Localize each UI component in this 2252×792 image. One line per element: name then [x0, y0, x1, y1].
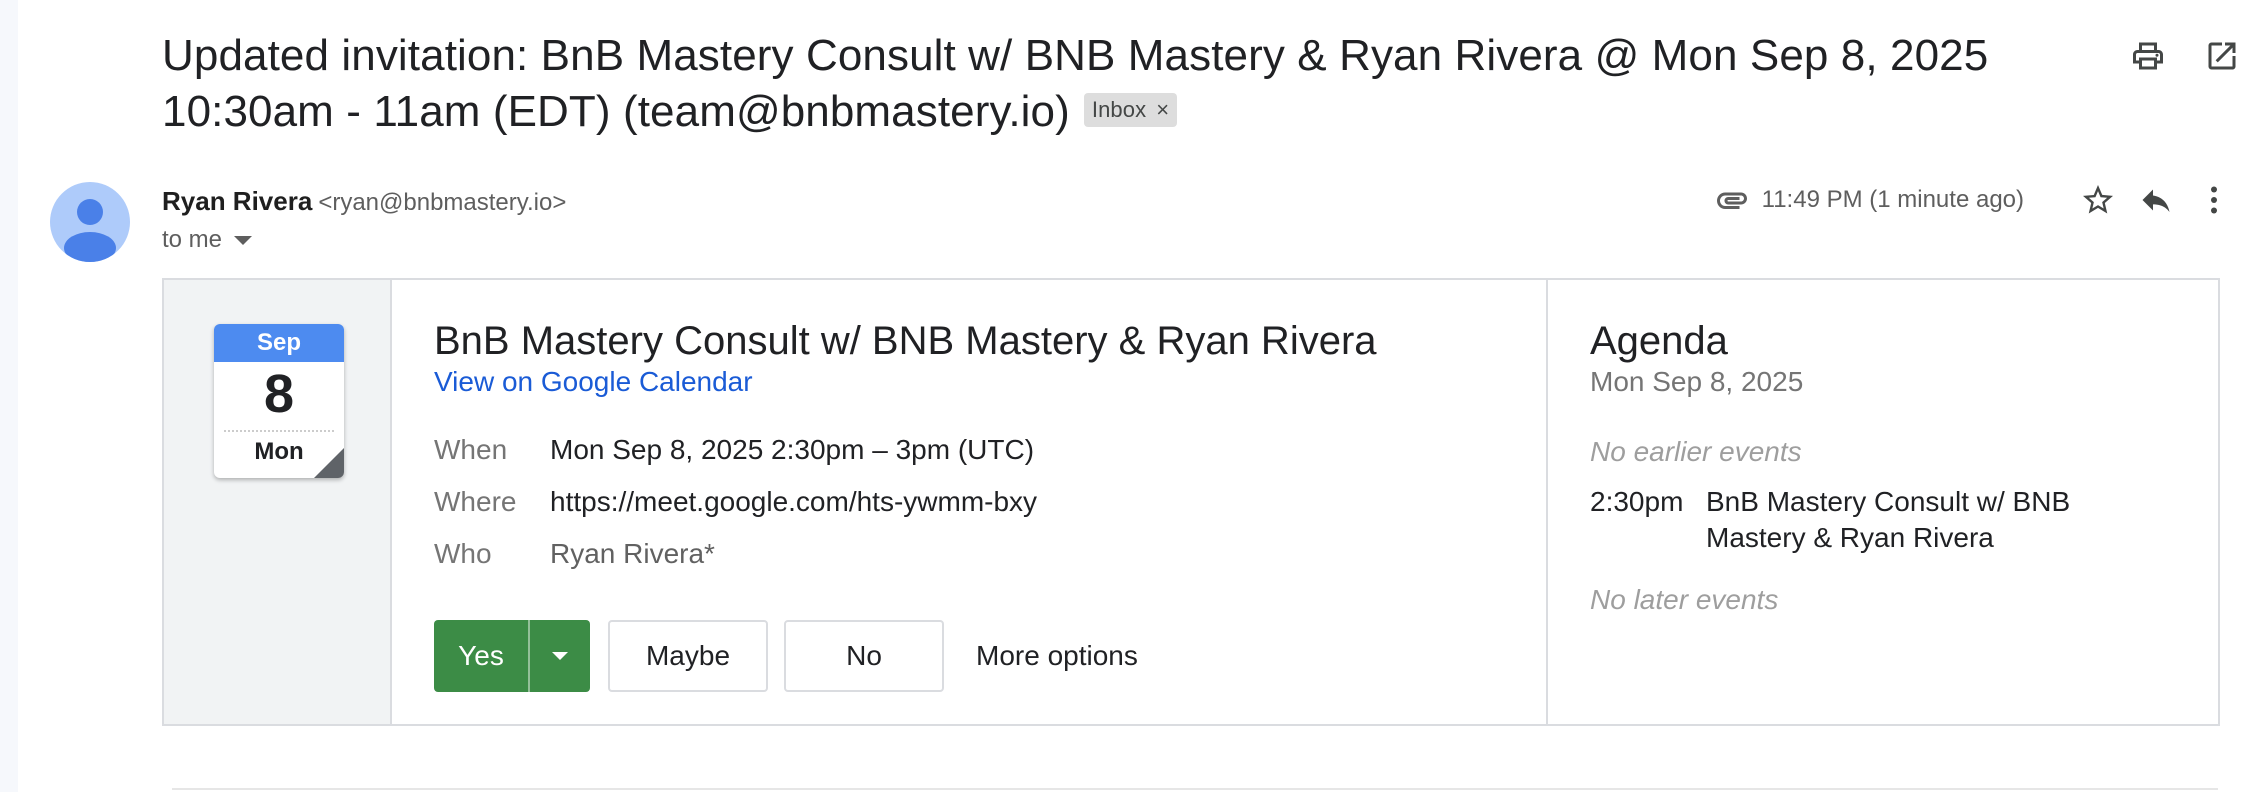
message-time: 11:49 PM (1 minute ago) [1761, 186, 2024, 213]
where-label: Where [434, 486, 517, 517]
sender-email: <ryan@bnbmastery.io> [318, 189, 567, 216]
when-value: Mon Sep 8, 2025 2:30pm – 3pm (UTC) [550, 434, 1035, 465]
rsvp-maybe-button[interactable]: Maybe [608, 620, 768, 692]
calendar-invite-card: Sep 8 Mon BnB Mastery Consult w/ BNB Mas… [162, 278, 2220, 726]
invite-date-column: Sep 8 Mon [164, 280, 392, 724]
person-icon [64, 199, 116, 262]
yes-button-group: Yes [434, 620, 590, 692]
when-label: When [434, 434, 508, 465]
agenda-panel: Agenda Mon Sep 8, 2025 No earlier events… [1548, 280, 2218, 724]
attachment-icon [1716, 192, 1747, 209]
subject-text: Updated invitation: BnB Mastery Consult … [162, 31, 1989, 136]
rsvp-no-button[interactable]: No [784, 620, 944, 692]
message-meta: 11:49 PM (1 minute ago) [1714, 180, 2234, 220]
where-value[interactable]: https://meet.google.com/hts-ywmm-bxy [550, 476, 1037, 528]
agenda-item-time: 2:30pm [1590, 486, 1684, 517]
recipient-text: to me [162, 226, 223, 253]
recipient-toggle[interactable]: to me [162, 226, 253, 254]
view-on-google-calendar-link[interactable]: View on Google Calendar [434, 364, 1546, 400]
inbox-label-text: Inbox [1091, 97, 1147, 123]
agenda-title: Agenda [1590, 319, 1728, 363]
more-options-button[interactable]: More options [976, 640, 1138, 672]
remove-label-icon[interactable]: × [1156, 94, 1169, 126]
reply-icon[interactable] [2136, 180, 2176, 220]
invite-details: BnB Mastery Consult w/ BNB Mastery & Rya… [392, 280, 1548, 724]
detail-row-when: When Mon Sep 8, 2025 2:30pm – 3pm (UTC) [434, 424, 1546, 476]
sender-avatar[interactable] [50, 182, 130, 262]
detail-row-who: Who Ryan Rivera* [434, 528, 1546, 580]
no-later-events: No later events [1590, 584, 1779, 615]
page-fold-icon [314, 448, 344, 478]
calendar-month: Sep [214, 324, 344, 362]
message-divider [172, 788, 2218, 790]
agenda-item-title: BnB Mastery Consult w/ BNB Mastery & Rya… [1706, 486, 2071, 553]
who-label: Who [434, 538, 492, 569]
rsvp-yes-dropdown-button[interactable] [528, 620, 590, 692]
print-icon[interactable] [2128, 36, 2168, 76]
rsvp-controls: Yes Maybe No More options [434, 620, 1546, 692]
more-vert-icon[interactable] [2194, 180, 2234, 220]
event-title: BnB Mastery Consult w/ BNB Mastery & Rya… [434, 319, 1377, 363]
chevron-down-icon [552, 652, 568, 660]
event-details: When Mon Sep 8, 2025 2:30pm – 3pm (UTC) … [434, 424, 1546, 580]
agenda-date: Mon Sep 8, 2025 [1590, 366, 1804, 397]
star-icon[interactable] [2078, 180, 2118, 220]
inbox-label-chip[interactable]: Inbox × [1083, 93, 1178, 128]
left-rail [0, 0, 18, 792]
calendar-date-icon: Sep 8 Mon [214, 324, 344, 478]
rsvp-yes-button[interactable]: Yes [434, 620, 528, 692]
no-earlier-events: No earlier events [1590, 436, 1802, 467]
sender-line: Ryan Rivera <ryan@bnbmastery.io> [162, 184, 566, 220]
email-subject: Updated invitation: BnB Mastery Consult … [162, 28, 2042, 140]
who-value: Ryan Rivera* [550, 538, 715, 569]
detail-row-where: Where https://meet.google.com/hts-ywmm-b… [434, 476, 1546, 528]
sender-name[interactable]: Ryan Rivera [162, 186, 312, 216]
chevron-down-icon [234, 235, 253, 245]
open-in-new-window-icon[interactable] [2202, 36, 2242, 76]
thread-actions [2128, 36, 2242, 76]
calendar-day: 8 [263, 364, 295, 424]
agenda-item: 2:30pm BnB Mastery Consult w/ BNB Master… [1590, 484, 2218, 556]
